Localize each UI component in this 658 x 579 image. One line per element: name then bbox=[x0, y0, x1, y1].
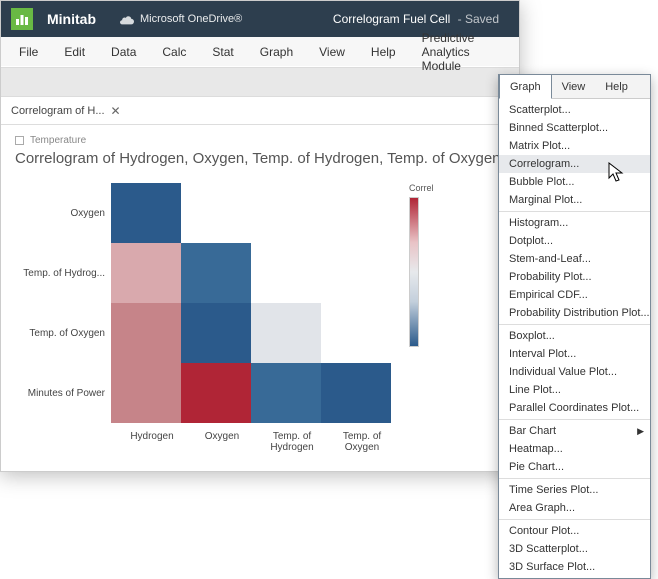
chart-output: Temperature Correlogram of Hydrogen, Oxy… bbox=[1, 125, 519, 471]
heatmap-cell bbox=[181, 303, 251, 363]
menu-view[interactable]: View bbox=[307, 41, 357, 63]
menu-separator bbox=[499, 519, 650, 520]
dropdown-list: Scatterplot...Binned Scatterplot...Matri… bbox=[499, 99, 650, 578]
heatmap-cell bbox=[111, 183, 181, 243]
menu-item[interactable]: Correlogram... bbox=[499, 155, 650, 173]
heatmap-cell bbox=[111, 243, 181, 303]
menu-item[interactable]: Time Series Plot... bbox=[499, 481, 650, 499]
menu-help[interactable]: Help bbox=[359, 41, 408, 63]
dd-tab-help[interactable]: Help bbox=[595, 75, 638, 98]
chart-title: Correlogram of Hydrogen, Oxygen, Temp. o… bbox=[15, 150, 505, 167]
menu-file[interactable]: File bbox=[7, 41, 50, 63]
x-label: Temp. of Oxygen bbox=[327, 431, 397, 453]
color-legend: Correl bbox=[409, 183, 434, 423]
menu-item[interactable]: Heatmap... bbox=[499, 440, 650, 458]
menu-graph[interactable]: Graph bbox=[248, 41, 305, 63]
menu-item[interactable]: Boxplot... bbox=[499, 327, 650, 345]
heatmap-cell bbox=[321, 183, 391, 243]
menu-item[interactable]: Scatterplot... bbox=[499, 101, 650, 119]
x-axis-labels: Hydrogen Oxygen Temp. of Hydrogen Temp. … bbox=[117, 431, 505, 453]
menu-item[interactable]: Empirical CDF... bbox=[499, 286, 650, 304]
menu-item[interactable]: Matrix Plot... bbox=[499, 137, 650, 155]
document-title: Correlogram Fuel Cell - Saved bbox=[333, 12, 499, 26]
saved-indicator: - Saved bbox=[454, 12, 499, 26]
y-label: Oxygen bbox=[71, 183, 105, 243]
menu-item[interactable]: Histogram... bbox=[499, 214, 650, 232]
expand-icon bbox=[15, 136, 24, 145]
menu-item[interactable]: Bar Chart▶ bbox=[499, 422, 650, 440]
heatmap-cell bbox=[111, 303, 181, 363]
heatmap-cell bbox=[251, 303, 321, 363]
close-icon[interactable]: ✕ bbox=[111, 104, 121, 118]
menu-edit[interactable]: Edit bbox=[52, 41, 97, 63]
heatmap-grid bbox=[111, 183, 391, 423]
heatmap-cell bbox=[321, 303, 391, 363]
menu-separator bbox=[499, 211, 650, 212]
storage-label: Microsoft OneDrive® bbox=[140, 13, 242, 25]
dd-tab-graph[interactable]: Graph bbox=[499, 75, 552, 99]
crumb-label: Temperature bbox=[30, 135, 86, 146]
app-window: Minitab Microsoft OneDrive® Correlogram … bbox=[0, 0, 520, 472]
menu-item[interactable]: Marginal Plot... bbox=[499, 191, 650, 209]
brand-label: Minitab bbox=[47, 11, 96, 27]
menu-item[interactable]: Dotplot... bbox=[499, 232, 650, 250]
x-label: Hydrogen bbox=[117, 431, 187, 453]
dropdown-menubar: Graph View Help bbox=[499, 75, 650, 99]
menu-stat[interactable]: Stat bbox=[200, 41, 245, 63]
cloud-icon bbox=[120, 14, 134, 25]
correlogram-chart: Oxygen Temp. of Hydrog... Temp. of Oxyge… bbox=[15, 183, 505, 423]
graph-menu-dropdown: Graph View Help Scatterplot...Binned Sca… bbox=[498, 74, 651, 579]
y-label: Minutes of Power bbox=[28, 363, 105, 423]
menu-predictive[interactable]: Predictive Analytics Module bbox=[410, 27, 513, 77]
menu-item[interactable]: Binned Scatterplot... bbox=[499, 119, 650, 137]
app-logo bbox=[11, 8, 33, 30]
heatmap-cell bbox=[251, 243, 321, 303]
tab-label: Correlogram of H... bbox=[11, 105, 105, 117]
breadcrumb[interactable]: Temperature bbox=[15, 135, 505, 146]
tab-correlogram[interactable]: Correlogram of H... ✕ bbox=[1, 100, 131, 122]
heatmap-cell bbox=[181, 183, 251, 243]
menu-item[interactable]: Pie Chart... bbox=[499, 458, 650, 476]
menu-item[interactable]: Interval Plot... bbox=[499, 345, 650, 363]
menubar: File Edit Data Calc Stat Graph View Help… bbox=[1, 37, 519, 67]
y-axis-labels: Oxygen Temp. of Hydrog... Temp. of Oxyge… bbox=[15, 183, 111, 423]
submenu-arrow-icon: ▶ bbox=[637, 426, 644, 437]
dd-tab-view[interactable]: View bbox=[552, 75, 596, 98]
x-label: Oxygen bbox=[187, 431, 257, 453]
legend-title: Correl bbox=[409, 183, 434, 193]
menu-item[interactable]: Probability Distribution Plot... bbox=[499, 304, 650, 322]
menu-item[interactable]: 3D Surface Plot... bbox=[499, 558, 650, 576]
storage-indicator[interactable]: Microsoft OneDrive® bbox=[120, 13, 242, 25]
menu-item[interactable]: 3D Scatterplot... bbox=[499, 540, 650, 558]
heatmap-cell bbox=[321, 243, 391, 303]
heatmap-cell bbox=[111, 363, 181, 423]
menu-item[interactable]: Line Plot... bbox=[499, 381, 650, 399]
menu-item[interactable]: Contour Plot... bbox=[499, 522, 650, 540]
legend-gradient bbox=[409, 197, 419, 347]
menu-separator bbox=[499, 478, 650, 479]
menu-calc[interactable]: Calc bbox=[150, 41, 198, 63]
menu-item[interactable]: Stem-and-Leaf... bbox=[499, 250, 650, 268]
heatmap-cell bbox=[181, 243, 251, 303]
y-label: Temp. of Oxygen bbox=[29, 303, 105, 363]
y-label: Temp. of Hydrog... bbox=[23, 243, 105, 303]
heatmap-cell bbox=[251, 363, 321, 423]
menu-item[interactable]: Individual Value Plot... bbox=[499, 363, 650, 381]
menu-item[interactable]: Probability Plot... bbox=[499, 268, 650, 286]
menu-separator bbox=[499, 324, 650, 325]
x-label: Temp. of Hydrogen bbox=[257, 431, 327, 453]
menu-item[interactable]: Bubble Plot... bbox=[499, 173, 650, 191]
heatmap-cell bbox=[251, 183, 321, 243]
heatmap-cell bbox=[181, 363, 251, 423]
output-tabs: Correlogram of H... ✕ bbox=[1, 97, 519, 125]
menu-item[interactable]: Parallel Coordinates Plot... bbox=[499, 399, 650, 417]
menu-item[interactable]: Area Graph... bbox=[499, 499, 650, 517]
menu-separator bbox=[499, 419, 650, 420]
heatmap-cell bbox=[321, 363, 391, 423]
menu-data[interactable]: Data bbox=[99, 41, 148, 63]
